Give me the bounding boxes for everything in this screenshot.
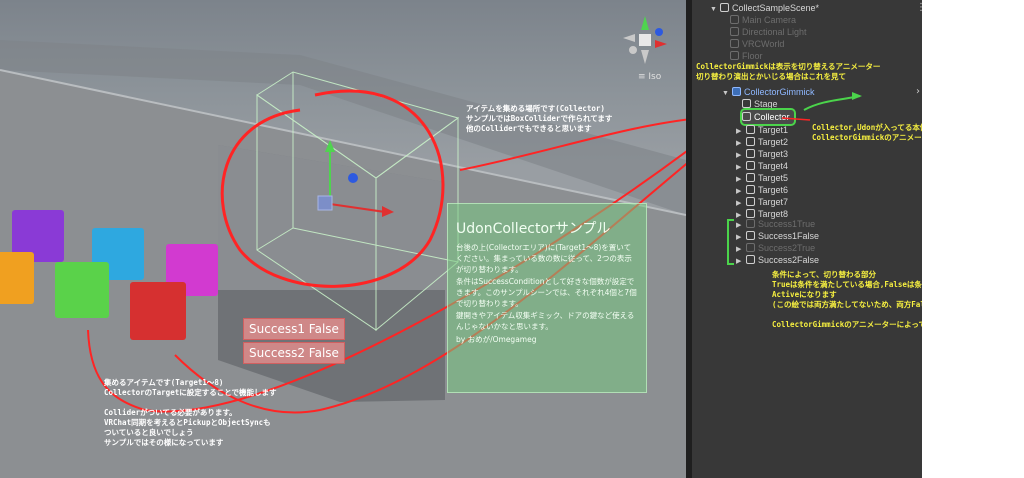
target-cube-orange[interactable] <box>0 252 34 304</box>
info-panel: UdonCollectorサンプル 台後の上(Collectorエリア)に(Ta… <box>447 203 647 393</box>
success1-false-text: Success1 False <box>243 318 345 340</box>
panel-title: UdonCollectorサンプル <box>456 221 611 237</box>
hierarchy-panel[interactable]: ▼ CollectSampleScene* ⋮ Main Camera Direc… <box>686 0 989 478</box>
panel-paragraph-2: 条件はSuccessConditionとして好きな個数が設定できます。このサンプ… <box>456 277 637 308</box>
annotation-collider: Colliderがついてる必要があります。 VRChat同期を考えるとPicku… <box>104 408 271 447</box>
target-cube-green[interactable] <box>55 262 109 318</box>
scene-view[interactable]: ≡ Iso Success1 False Success2 False Udon… <box>0 0 686 478</box>
annotation-items: 集めるアイテムです(Target1～8) CollectorのTargetに設定… <box>104 378 277 397</box>
panel-paragraph-3: 鍵開きやアイテム収集ギミック、ドアの鍵など使えるんじゃないかなと思います。 <box>456 311 635 331</box>
success2-false-text: Success2 False <box>243 342 345 364</box>
panel-author: by おめが/Omegameg <box>456 335 537 344</box>
annotation-collector: アイテムを集める場所です(Collector) サンプルではBoxCollide… <box>466 104 613 133</box>
margin-area <box>922 0 1024 478</box>
hierarchy-highlights <box>727 92 862 265</box>
panel-paragraph-1: 台後の上(Collectorエリア)に(Target1～8)を置いてください。集… <box>456 243 632 274</box>
target-cube-red[interactable] <box>130 282 186 340</box>
projection-label[interactable]: ≡ Iso <box>638 72 661 82</box>
